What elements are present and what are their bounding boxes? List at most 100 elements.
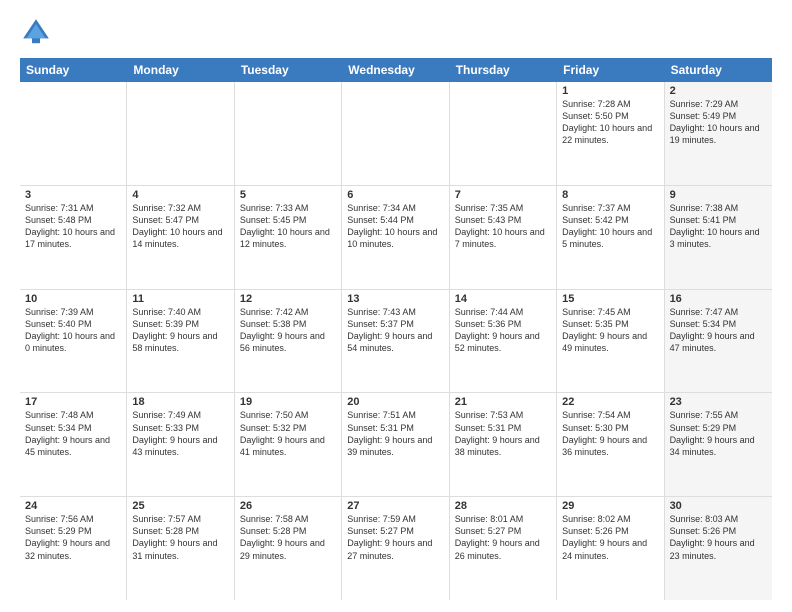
day-number: 19 (240, 396, 336, 408)
day-number: 5 (240, 189, 336, 201)
day-info: Sunrise: 7:39 AM Sunset: 5:40 PM Dayligh… (25, 306, 121, 355)
calendar-cell: 2Sunrise: 7:29 AM Sunset: 5:49 PM Daylig… (665, 82, 772, 185)
calendar-cell: 15Sunrise: 7:45 AM Sunset: 5:35 PM Dayli… (557, 290, 664, 393)
day-info: Sunrise: 7:44 AM Sunset: 5:36 PM Dayligh… (455, 306, 551, 355)
calendar-cell: 20Sunrise: 7:51 AM Sunset: 5:31 PM Dayli… (342, 393, 449, 496)
day-number: 28 (455, 500, 551, 512)
calendar-cell: 28Sunrise: 8:01 AM Sunset: 5:27 PM Dayli… (450, 497, 557, 600)
header-day-wednesday: Wednesday (342, 58, 449, 82)
calendar-week-5: 24Sunrise: 7:56 AM Sunset: 5:29 PM Dayli… (20, 497, 772, 600)
day-number: 17 (25, 396, 121, 408)
day-number: 3 (25, 189, 121, 201)
day-info: Sunrise: 7:42 AM Sunset: 5:38 PM Dayligh… (240, 306, 336, 355)
day-number: 18 (132, 396, 228, 408)
calendar-cell: 6Sunrise: 7:34 AM Sunset: 5:44 PM Daylig… (342, 186, 449, 289)
day-info: Sunrise: 7:59 AM Sunset: 5:27 PM Dayligh… (347, 513, 443, 562)
calendar-cell: 21Sunrise: 7:53 AM Sunset: 5:31 PM Dayli… (450, 393, 557, 496)
logo-icon (20, 16, 52, 48)
calendar-cell: 11Sunrise: 7:40 AM Sunset: 5:39 PM Dayli… (127, 290, 234, 393)
calendar-cell (235, 82, 342, 185)
calendar-cell: 8Sunrise: 7:37 AM Sunset: 5:42 PM Daylig… (557, 186, 664, 289)
calendar-cell: 10Sunrise: 7:39 AM Sunset: 5:40 PM Dayli… (20, 290, 127, 393)
calendar-cell: 30Sunrise: 8:03 AM Sunset: 5:26 PM Dayli… (665, 497, 772, 600)
header-day-friday: Friday (557, 58, 664, 82)
day-number: 22 (562, 396, 658, 408)
day-number: 25 (132, 500, 228, 512)
day-info: Sunrise: 7:34 AM Sunset: 5:44 PM Dayligh… (347, 202, 443, 251)
day-info: Sunrise: 7:37 AM Sunset: 5:42 PM Dayligh… (562, 202, 658, 251)
day-number: 30 (670, 500, 767, 512)
day-info: Sunrise: 7:49 AM Sunset: 5:33 PM Dayligh… (132, 409, 228, 458)
calendar-cell: 14Sunrise: 7:44 AM Sunset: 5:36 PM Dayli… (450, 290, 557, 393)
day-info: Sunrise: 7:33 AM Sunset: 5:45 PM Dayligh… (240, 202, 336, 251)
header (20, 16, 772, 48)
day-number: 14 (455, 293, 551, 305)
day-number: 8 (562, 189, 658, 201)
calendar-cell: 7Sunrise: 7:35 AM Sunset: 5:43 PM Daylig… (450, 186, 557, 289)
calendar-week-3: 10Sunrise: 7:39 AM Sunset: 5:40 PM Dayli… (20, 290, 772, 394)
calendar-cell (20, 82, 127, 185)
calendar-week-2: 3Sunrise: 7:31 AM Sunset: 5:48 PM Daylig… (20, 186, 772, 290)
calendar-week-4: 17Sunrise: 7:48 AM Sunset: 5:34 PM Dayli… (20, 393, 772, 497)
day-number: 1 (562, 85, 658, 97)
day-number: 24 (25, 500, 121, 512)
header-day-thursday: Thursday (450, 58, 557, 82)
page: SundayMondayTuesdayWednesdayThursdayFrid… (0, 0, 792, 612)
calendar-cell: 5Sunrise: 7:33 AM Sunset: 5:45 PM Daylig… (235, 186, 342, 289)
calendar-header: SundayMondayTuesdayWednesdayThursdayFrid… (20, 58, 772, 82)
calendar-cell: 13Sunrise: 7:43 AM Sunset: 5:37 PM Dayli… (342, 290, 449, 393)
calendar-cell: 26Sunrise: 7:58 AM Sunset: 5:28 PM Dayli… (235, 497, 342, 600)
day-info: Sunrise: 8:02 AM Sunset: 5:26 PM Dayligh… (562, 513, 658, 562)
day-info: Sunrise: 7:28 AM Sunset: 5:50 PM Dayligh… (562, 98, 658, 147)
day-number: 27 (347, 500, 443, 512)
calendar-cell: 18Sunrise: 7:49 AM Sunset: 5:33 PM Dayli… (127, 393, 234, 496)
day-number: 20 (347, 396, 443, 408)
header-day-monday: Monday (127, 58, 234, 82)
calendar-cell: 24Sunrise: 7:56 AM Sunset: 5:29 PM Dayli… (20, 497, 127, 600)
day-info: Sunrise: 7:31 AM Sunset: 5:48 PM Dayligh… (25, 202, 121, 251)
calendar-cell: 23Sunrise: 7:55 AM Sunset: 5:29 PM Dayli… (665, 393, 772, 496)
calendar: SundayMondayTuesdayWednesdayThursdayFrid… (20, 58, 772, 600)
calendar-cell: 22Sunrise: 7:54 AM Sunset: 5:30 PM Dayli… (557, 393, 664, 496)
day-info: Sunrise: 7:57 AM Sunset: 5:28 PM Dayligh… (132, 513, 228, 562)
day-number: 7 (455, 189, 551, 201)
day-info: Sunrise: 7:51 AM Sunset: 5:31 PM Dayligh… (347, 409, 443, 458)
calendar-week-1: 1Sunrise: 7:28 AM Sunset: 5:50 PM Daylig… (20, 82, 772, 186)
calendar-cell: 9Sunrise: 7:38 AM Sunset: 5:41 PM Daylig… (665, 186, 772, 289)
day-number: 29 (562, 500, 658, 512)
day-number: 16 (670, 293, 767, 305)
calendar-cell: 12Sunrise: 7:42 AM Sunset: 5:38 PM Dayli… (235, 290, 342, 393)
calendar-cell: 27Sunrise: 7:59 AM Sunset: 5:27 PM Dayli… (342, 497, 449, 600)
calendar-cell: 17Sunrise: 7:48 AM Sunset: 5:34 PM Dayli… (20, 393, 127, 496)
day-info: Sunrise: 7:53 AM Sunset: 5:31 PM Dayligh… (455, 409, 551, 458)
calendar-cell: 29Sunrise: 8:02 AM Sunset: 5:26 PM Dayli… (557, 497, 664, 600)
day-number: 26 (240, 500, 336, 512)
calendar-cell: 19Sunrise: 7:50 AM Sunset: 5:32 PM Dayli… (235, 393, 342, 496)
calendar-cell: 1Sunrise: 7:28 AM Sunset: 5:50 PM Daylig… (557, 82, 664, 185)
day-info: Sunrise: 7:38 AM Sunset: 5:41 PM Dayligh… (670, 202, 767, 251)
day-info: Sunrise: 7:47 AM Sunset: 5:34 PM Dayligh… (670, 306, 767, 355)
day-info: Sunrise: 8:01 AM Sunset: 5:27 PM Dayligh… (455, 513, 551, 562)
day-number: 10 (25, 293, 121, 305)
calendar-body: 1Sunrise: 7:28 AM Sunset: 5:50 PM Daylig… (20, 82, 772, 600)
calendar-cell: 25Sunrise: 7:57 AM Sunset: 5:28 PM Dayli… (127, 497, 234, 600)
calendar-cell (342, 82, 449, 185)
header-day-tuesday: Tuesday (235, 58, 342, 82)
day-number: 11 (132, 293, 228, 305)
header-day-sunday: Sunday (20, 58, 127, 82)
calendar-cell: 16Sunrise: 7:47 AM Sunset: 5:34 PM Dayli… (665, 290, 772, 393)
day-info: Sunrise: 7:54 AM Sunset: 5:30 PM Dayligh… (562, 409, 658, 458)
day-number: 15 (562, 293, 658, 305)
header-day-saturday: Saturday (665, 58, 772, 82)
day-info: Sunrise: 7:48 AM Sunset: 5:34 PM Dayligh… (25, 409, 121, 458)
day-number: 13 (347, 293, 443, 305)
calendar-cell (450, 82, 557, 185)
day-info: Sunrise: 7:55 AM Sunset: 5:29 PM Dayligh… (670, 409, 767, 458)
day-number: 21 (455, 396, 551, 408)
calendar-cell: 3Sunrise: 7:31 AM Sunset: 5:48 PM Daylig… (20, 186, 127, 289)
day-number: 2 (670, 85, 767, 97)
day-info: Sunrise: 7:50 AM Sunset: 5:32 PM Dayligh… (240, 409, 336, 458)
day-info: Sunrise: 7:29 AM Sunset: 5:49 PM Dayligh… (670, 98, 767, 147)
day-info: Sunrise: 7:32 AM Sunset: 5:47 PM Dayligh… (132, 202, 228, 251)
day-number: 12 (240, 293, 336, 305)
